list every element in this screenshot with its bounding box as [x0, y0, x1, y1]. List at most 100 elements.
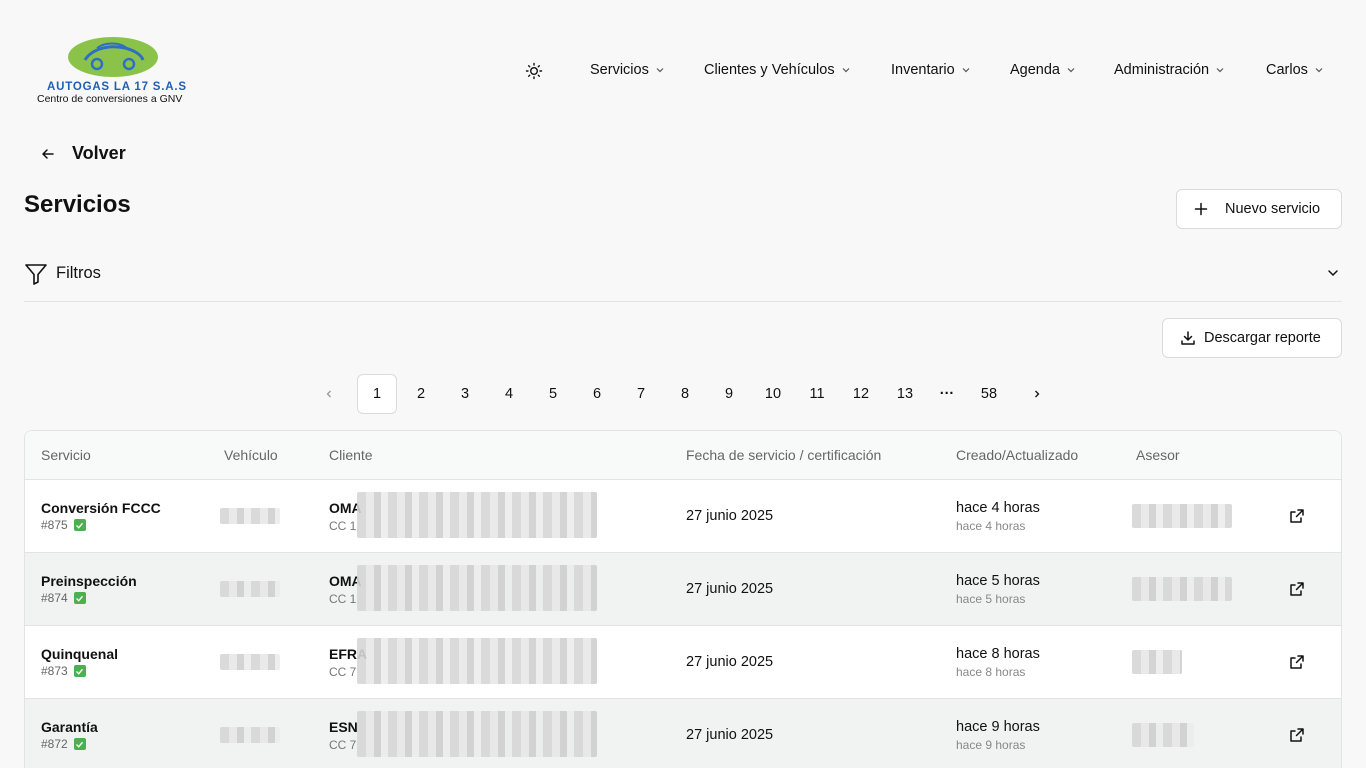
advisor-redacted	[1132, 650, 1182, 674]
column-header-creado[interactable]: Creado/Actualizado	[956, 447, 1078, 463]
client-document: CC 1.	[329, 592, 360, 606]
chevron-down-icon	[962, 68, 970, 73]
chevron-down-icon	[656, 68, 664, 73]
check-icon	[73, 738, 86, 750]
page-button-10[interactable]: 10	[753, 374, 793, 414]
vehicle-plate-redacted	[220, 654, 280, 670]
service-number: #873	[41, 664, 68, 678]
pagination: 1 2 3 4 5 6 7 8 9 10 11 12 13 ··· 58	[0, 374, 1366, 414]
column-header-vehiculo[interactable]: Vehículo	[224, 447, 278, 463]
updated-at: hace 9 horas	[956, 738, 1026, 752]
chevron-down-icon	[1315, 68, 1323, 73]
filters-label: Filtros	[56, 264, 101, 282]
advisor-redacted	[1132, 577, 1232, 601]
service-number: #874	[41, 591, 68, 605]
page-button-3[interactable]: 3	[445, 374, 485, 414]
chevron-left-icon	[326, 390, 331, 398]
external-link-icon[interactable]	[1289, 654, 1305, 670]
advisor-redacted	[1132, 504, 1232, 528]
page-button-6[interactable]: 6	[577, 374, 617, 414]
page-ellipsis[interactable]: ···	[927, 374, 967, 414]
nav-servicios[interactable]: Servicios	[590, 62, 665, 78]
service-date: 27 junio 2025	[686, 654, 774, 670]
page-button-4[interactable]: 4	[489, 374, 529, 414]
nav-label: Administración	[1114, 62, 1210, 78]
page-button-7[interactable]: 7	[621, 374, 661, 414]
plus-icon	[1194, 202, 1208, 216]
created-at: hace 8 horas	[956, 646, 1040, 662]
service-date: 27 junio 2025	[686, 581, 774, 597]
client-info-redacted	[357, 565, 597, 611]
chevron-down-icon	[1067, 68, 1075, 73]
table-row[interactable]: Preinspección #874 OMA CC 1. 27 junio 20…	[25, 553, 1341, 626]
nav-administracion[interactable]: Administración	[1114, 62, 1225, 78]
table-row[interactable]: Conversión FCCC #875 OMA CC 1. 27 junio …	[25, 480, 1341, 553]
external-link-icon[interactable]	[1289, 581, 1305, 597]
service-name: Preinspección	[41, 573, 137, 589]
brand-tagline: Centro de conversiones a GNV	[37, 93, 183, 105]
page-button-12[interactable]: 12	[841, 374, 881, 414]
previous-page-button[interactable]	[309, 374, 349, 414]
check-icon	[73, 665, 86, 677]
new-service-button[interactable]: Nuevo servicio	[1176, 189, 1342, 229]
page-button-13[interactable]: 13	[885, 374, 925, 414]
column-header-asesor[interactable]: Asesor	[1136, 447, 1180, 463]
services-table: Servicio Vehículo Cliente Fecha de servi…	[24, 430, 1342, 768]
new-service-label: Nuevo servicio	[1225, 201, 1321, 217]
column-header-cliente[interactable]: Cliente	[329, 447, 373, 463]
client-info-redacted	[357, 492, 597, 538]
advisor-redacted	[1132, 723, 1194, 747]
client-info-redacted	[357, 711, 597, 757]
client-document: CC 7	[329, 665, 357, 679]
page-button-5[interactable]: 5	[533, 374, 573, 414]
download-report-label: Descargar reporte	[1204, 330, 1321, 346]
nav-user-menu[interactable]: Carlos	[1266, 62, 1324, 78]
chevron-right-icon	[1035, 390, 1040, 398]
updated-at: hace 8 horas	[956, 665, 1026, 679]
vehicle-plate-redacted	[220, 508, 280, 524]
download-report-button[interactable]: Descargar reporte	[1162, 318, 1342, 358]
nav-inventario[interactable]: Inventario	[891, 62, 971, 78]
page-button-58[interactable]: 58	[969, 374, 1009, 414]
client-document: CC 7	[329, 738, 357, 752]
service-number: #872	[41, 737, 68, 751]
external-link-icon[interactable]	[1289, 727, 1305, 743]
table-row[interactable]: Garantía #872 ESN CC 7 27 junio 2025 hac…	[25, 699, 1341, 768]
filters-panel[interactable]: Filtros	[24, 262, 1342, 302]
top-navigation: Servicios Clientes y Vehículos Inventari…	[0, 60, 1366, 82]
back-label: Volver	[72, 143, 126, 163]
client-name: ESN	[329, 719, 358, 735]
service-name: Conversión FCCC	[41, 500, 161, 516]
check-icon	[73, 592, 86, 604]
nav-clientes-vehiculos[interactable]: Clientes y Vehículos	[704, 62, 851, 78]
page-button-2[interactable]: 2	[401, 374, 441, 414]
filter-icon	[25, 264, 47, 285]
table-row[interactable]: Quinquenal #873 EFRA CC 7 27 junio 2025 …	[25, 626, 1341, 699]
column-header-fecha[interactable]: Fecha de servicio / certificación	[686, 447, 881, 463]
vehicle-plate-redacted	[220, 581, 280, 597]
next-page-button[interactable]	[1017, 374, 1057, 414]
back-link[interactable]: Volver	[40, 143, 126, 164]
page-button-11[interactable]: 11	[797, 374, 837, 414]
sun-icon	[525, 62, 543, 80]
service-id: #874	[41, 591, 86, 605]
created-at: hace 9 horas	[956, 719, 1040, 735]
page-title: Servicios	[24, 191, 131, 218]
chevron-down-icon[interactable]	[1326, 266, 1340, 280]
page-button-8[interactable]: 8	[665, 374, 705, 414]
external-link-icon[interactable]	[1289, 508, 1305, 524]
theme-toggle-button[interactable]	[525, 62, 543, 80]
service-date: 27 junio 2025	[686, 508, 774, 524]
table-header: Servicio Vehículo Cliente Fecha de servi…	[25, 431, 1341, 480]
column-header-servicio[interactable]: Servicio	[41, 447, 91, 463]
page-button-9[interactable]: 9	[709, 374, 749, 414]
service-id: #872	[41, 737, 86, 751]
arrow-left-icon	[42, 148, 54, 159]
nav-agenda[interactable]: Agenda	[1010, 62, 1076, 78]
page-button-1[interactable]: 1	[357, 374, 397, 414]
created-at: hace 5 horas	[956, 573, 1040, 589]
check-icon	[73, 519, 86, 531]
service-id: #875	[41, 518, 86, 532]
updated-at: hace 5 horas	[956, 592, 1026, 606]
created-at: hace 4 horas	[956, 500, 1040, 516]
